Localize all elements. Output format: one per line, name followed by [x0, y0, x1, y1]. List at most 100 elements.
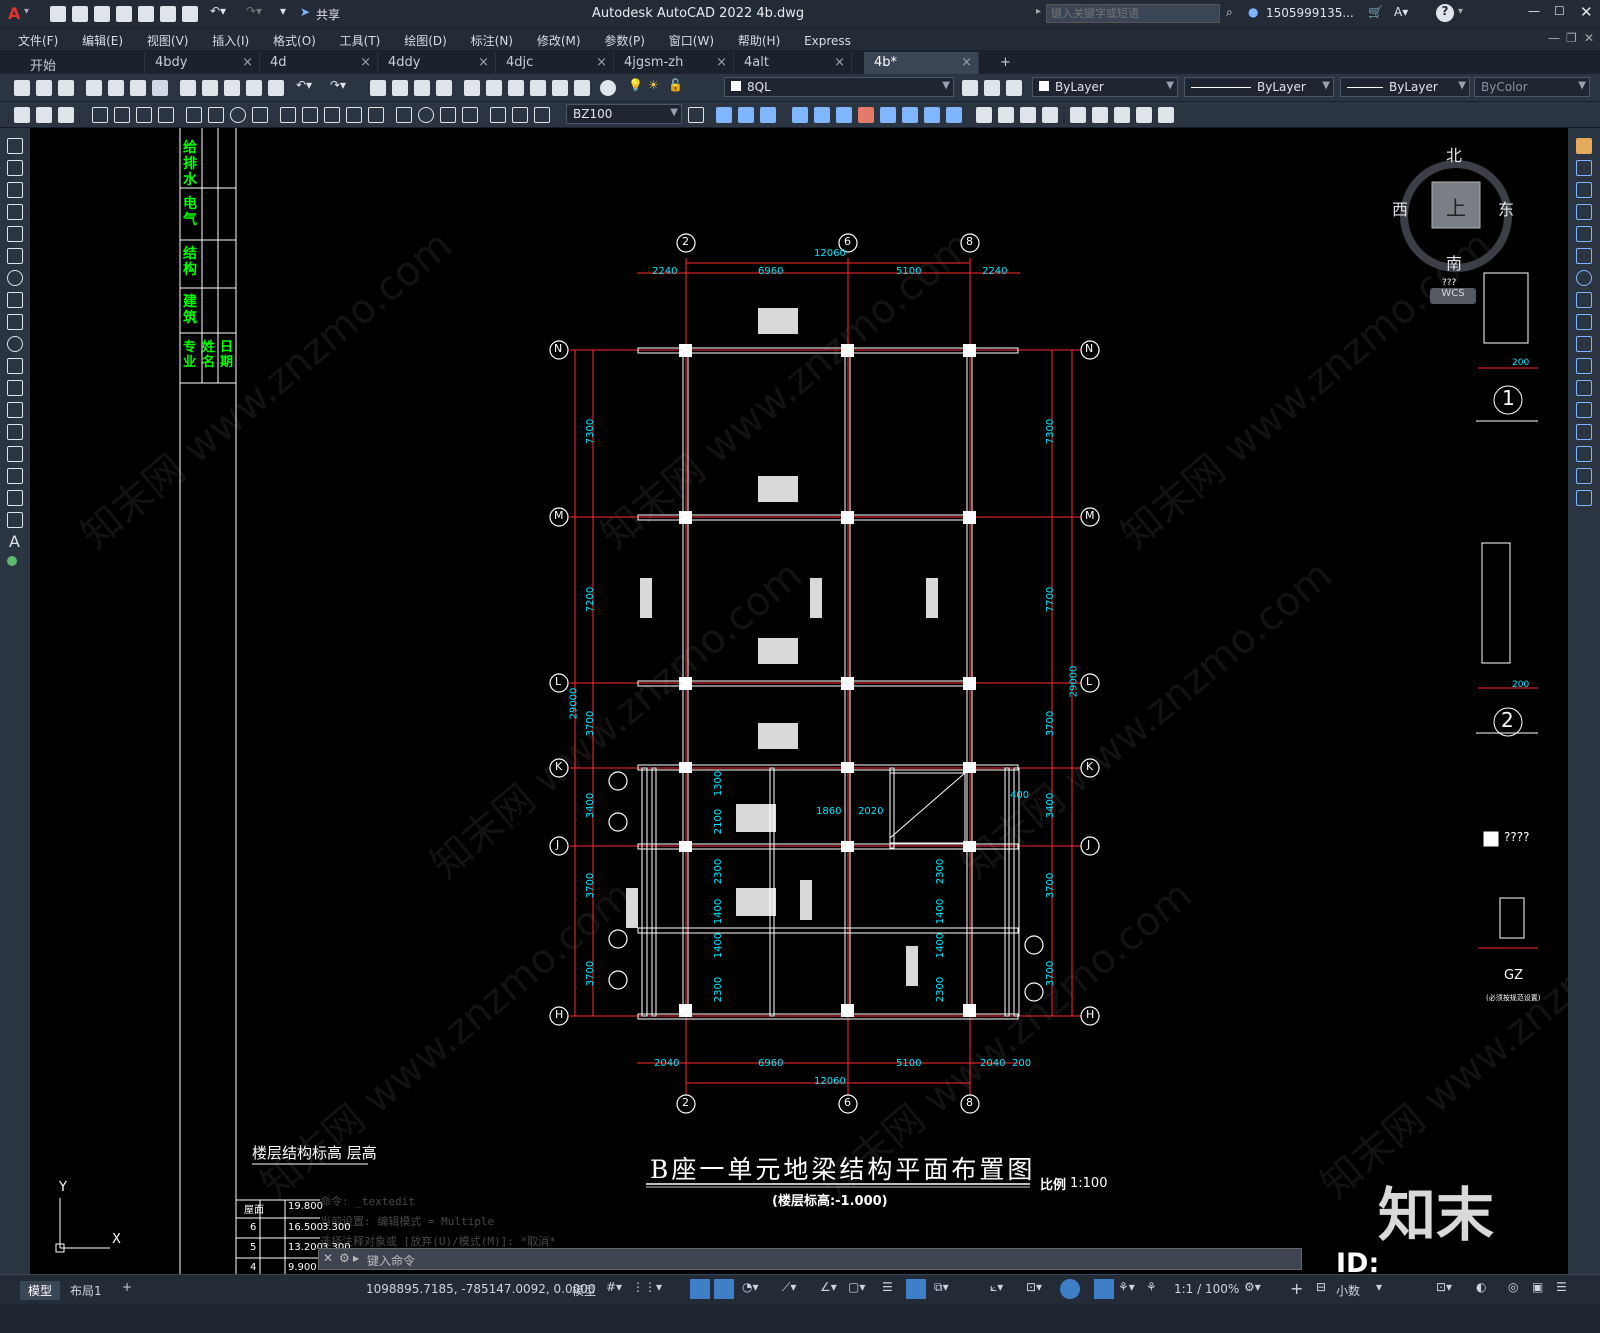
menu-view[interactable]: 视图(V): [147, 32, 189, 49]
new-icon[interactable]: [14, 80, 30, 96]
tab-layout1[interactable]: 布局1: [70, 1282, 102, 1299]
3d-print-icon[interactable]: [152, 80, 168, 96]
tab-close-icon[interactable]: ×: [360, 55, 371, 70]
lineweight-icon[interactable]: ☰: [882, 1280, 893, 1294]
rectangle-icon[interactable]: [7, 226, 23, 242]
paste-icon[interactable]: [224, 80, 240, 96]
mirror-icon[interactable]: [1576, 182, 1592, 198]
color-dropdown[interactable]: ByLayer ▼: [1032, 77, 1178, 97]
save-icon[interactable]: [94, 6, 110, 22]
lock-ui-icon[interactable]: ⊡▾: [1436, 1280, 1452, 1294]
copy-icon[interactable]: [202, 80, 218, 96]
layer-dropdown[interactable]: 8QL ▼: [724, 77, 954, 97]
menu-parametric[interactable]: 参数(P): [604, 32, 645, 49]
modify-tool-icon[interactable]: [1092, 107, 1108, 123]
menu-dimension[interactable]: 标注(N): [471, 32, 513, 49]
layer-freeze-icon[interactable]: ☀: [648, 78, 659, 92]
tab-close-icon[interactable]: ×: [242, 55, 253, 70]
auto-scale-icon[interactable]: ⚘▾: [1118, 1280, 1135, 1294]
chamfer-icon[interactable]: [1576, 424, 1592, 440]
selection-cycling-icon[interactable]: ⧉▾: [934, 1280, 949, 1295]
markup-icon[interactable]: [552, 80, 568, 96]
quick-properties-icon[interactable]: ▾: [1376, 1280, 1382, 1294]
publish-icon[interactable]: [130, 80, 146, 96]
point-icon[interactable]: [7, 424, 23, 440]
erase-icon[interactable]: [1576, 138, 1592, 154]
hatch-icon[interactable]: [7, 446, 23, 462]
revcloud-icon[interactable]: [7, 292, 23, 308]
annotation-visibility-icon[interactable]: [1094, 1279, 1114, 1299]
command-close-icon[interactable]: ✕: [323, 1251, 333, 1265]
modify-tool-icon[interactable]: [1070, 107, 1086, 123]
help-button[interactable]: ?: [1436, 4, 1454, 22]
web-save-icon[interactable]: [160, 6, 176, 22]
mtext-icon[interactable]: A: [9, 532, 20, 551]
tab-close-icon[interactable]: ×: [478, 55, 489, 70]
command-input-placeholder[interactable]: 键入命令: [367, 1252, 415, 1269]
layer-lock-icon[interactable]: 🔓: [668, 78, 683, 92]
model-space-toggle[interactable]: 模型: [572, 1282, 596, 1299]
help-dropdown-icon[interactable]: ▾: [1458, 6, 1463, 17]
menu-edit[interactable]: 编辑(E): [82, 32, 123, 49]
tab-4b[interactable]: 4b* ×: [864, 52, 979, 74]
clean-screen-icon[interactable]: ▣: [1532, 1280, 1543, 1294]
offset-icon[interactable]: [1576, 204, 1592, 220]
search-icon[interactable]: ⌕: [1226, 5, 1233, 20]
inspect-icon[interactable]: [440, 107, 456, 123]
customization-icon[interactable]: ☰: [1556, 1280, 1567, 1294]
workspace-gear-icon[interactable]: ⚙▾: [1244, 1280, 1261, 1294]
lineweight-dropdown[interactable]: ByLayer ▼: [1340, 77, 1470, 97]
osnap-icon[interactable]: ▢▾: [848, 1280, 865, 1294]
blend-icon[interactable]: [1576, 468, 1592, 484]
layer-properties-icon[interactable]: [962, 80, 978, 96]
app-menu-chevron-icon[interactable]: ▾: [24, 6, 29, 17]
tab-close-icon[interactable]: ×: [596, 55, 607, 70]
add-selected-icon[interactable]: [7, 556, 17, 566]
modify-tool-icon[interactable]: [946, 107, 962, 123]
modify-tool-icon[interactable]: [738, 107, 754, 123]
annotation-scale-value[interactable]: 1:1 / 100%: [1174, 1282, 1239, 1296]
scale-icon[interactable]: [1576, 292, 1592, 308]
cart-icon[interactable]: 🛒: [1368, 5, 1383, 19]
print-icon[interactable]: [182, 6, 198, 22]
modify-tool-icon[interactable]: [858, 107, 874, 123]
dim-style-icon[interactable]: [688, 107, 704, 123]
explode-icon[interactable]: [1576, 490, 1592, 506]
menu-window[interactable]: 窗口(W): [669, 32, 714, 49]
tab-start[interactable]: 开始: [20, 52, 145, 74]
linetype-dropdown[interactable]: ByLayer ▼: [1184, 77, 1334, 97]
trim-icon[interactable]: [1576, 336, 1592, 352]
quick-dim-icon[interactable]: [280, 107, 296, 123]
plotstyle-dropdown[interactable]: ByColor ▼: [1474, 77, 1590, 97]
spline-icon[interactable]: [7, 314, 23, 330]
units-value[interactable]: 小数: [1336, 1282, 1360, 1299]
tab-4ddy[interactable]: 4ddy ×: [378, 52, 496, 74]
join-icon[interactable]: [1576, 402, 1592, 418]
gizmo-icon[interactable]: [1060, 1279, 1080, 1299]
modify-tool-icon[interactable]: [924, 107, 940, 123]
pan-icon[interactable]: [370, 80, 386, 96]
menu-format[interactable]: 格式(O): [273, 32, 316, 49]
viewcube-north[interactable]: 北: [1446, 142, 1462, 166]
modify-tool-icon[interactable]: [814, 107, 830, 123]
modify-tool-icon[interactable]: [760, 107, 776, 123]
match-properties-icon[interactable]: [246, 80, 262, 96]
tab-4bdy[interactable]: 4bdy ×: [145, 52, 260, 74]
snap-icon[interactable]: ⋮⋮▾: [632, 1280, 662, 1294]
viewcube-top-face[interactable]: 上: [1446, 192, 1466, 221]
doc-restore-icon[interactable]: ❐: [1566, 31, 1577, 45]
save-as-icon[interactable]: [116, 6, 132, 22]
tab-close-icon[interactable]: ×: [834, 55, 845, 70]
sheet-set-icon[interactable]: [530, 80, 546, 96]
move-icon[interactable]: [1576, 248, 1592, 264]
array-icon[interactable]: [1576, 226, 1592, 242]
web-open-icon[interactable]: [138, 6, 154, 22]
save-icon[interactable]: [58, 80, 74, 96]
dim-break-icon[interactable]: [368, 107, 384, 123]
stretch-icon[interactable]: [1576, 314, 1592, 330]
cursor-coordinates[interactable]: 1098895.7185, -785147.0092, 0.0000: [366, 1282, 596, 1296]
tab-4djc[interactable]: 4djc ×: [496, 52, 614, 74]
block-editor-icon[interactable]: [268, 80, 284, 96]
tab-model[interactable]: 模型: [20, 1281, 61, 1300]
modify-tool-icon[interactable]: [998, 107, 1014, 123]
